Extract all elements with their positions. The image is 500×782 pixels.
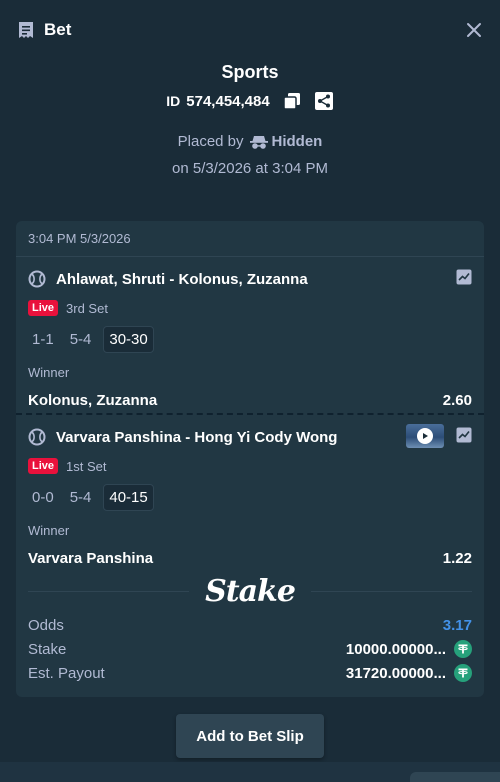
selection-odds: 2.60 [442, 392, 472, 409]
tennis-ball-icon [28, 428, 46, 446]
live-status: Live 3rd Set [28, 297, 472, 319]
bet-id-label: ID [166, 93, 181, 109]
footer-tab [410, 772, 500, 782]
close-icon[interactable] [464, 20, 484, 40]
copy-button[interactable] [282, 91, 302, 111]
set-score: 1-1 [32, 330, 54, 348]
score-row: 0-0 5-4 40-15 [28, 477, 472, 517]
bet-leg: Ahlawat, Shruti - Kolonus, Zuzanna Live … [16, 257, 484, 415]
game-score: 5-4 [69, 330, 92, 348]
live-badge: Live [28, 458, 59, 474]
bet-card: 3:04 PM 5/3/2026 Ahlawat, Shruti - Kolon… [16, 221, 484, 697]
play-icon [417, 428, 433, 444]
bet-leg: Varvara Panshina - Hong Yi Cody Wong Liv… [16, 415, 484, 567]
bettor: Hidden [249, 133, 323, 150]
stake-logo: Stake [205, 573, 296, 609]
bet-totals: Odds 3.17 Stake 10000.00000... Est. Payo… [28, 613, 472, 685]
pick-row: Varvara Panshina 1.22 [28, 550, 472, 567]
payout-row: Est. Payout 31720.00000... [28, 661, 472, 685]
selection-name: Kolonus, Zuzanna [28, 392, 158, 409]
score-row: 1-1 5-4 30-30 [28, 319, 472, 359]
odds-row: Odds 3.17 [28, 613, 472, 637]
tennis-ball-icon [28, 270, 46, 288]
divider-line [28, 590, 190, 592]
footer-strip [0, 762, 500, 782]
match-name[interactable]: Varvara Panshina - Hong Yi Cody Wong [56, 429, 337, 446]
point-score: 40-15 [103, 483, 154, 511]
live-badge: Live [28, 300, 59, 316]
total-odds-label: Odds [28, 616, 64, 634]
live-stream-thumbnail[interactable] [406, 424, 444, 448]
pick-row: Kolonus, Zuzanna 2.60 [28, 392, 472, 409]
stake-row: Stake 10000.00000... [28, 637, 472, 661]
share-button[interactable] [314, 91, 334, 111]
placed-by-label: Placed by [177, 133, 244, 150]
modal-header: Bet [0, 0, 500, 60]
stats-icon[interactable] [456, 269, 472, 285]
bet-timestamp: 3:04 PM 5/3/2026 [16, 221, 484, 257]
market-name: Winner [28, 365, 70, 380]
selection-name: Varvara Panshina [28, 550, 154, 567]
match-row: Ahlawat, Shruti - Kolonus, Zuzanna [28, 257, 472, 297]
bet-summary: Sports ID 574,454,484 Placed by Hidden o… [0, 62, 500, 177]
set-label: 1st Set [66, 458, 107, 474]
brand-divider: Stake [28, 573, 472, 609]
share-icon [314, 92, 333, 110]
selection-odds: 1.22 [442, 550, 472, 567]
market-name: Winner [28, 523, 70, 538]
divider-line [310, 590, 472, 592]
bet-id-row: ID 574,454,484 [0, 91, 500, 111]
payout-label: Est. Payout [28, 664, 105, 682]
add-to-bet-slip-button[interactable]: Add to Bet Slip [176, 714, 324, 758]
tether-icon [454, 640, 472, 658]
set-label: 3rd Set [66, 300, 108, 316]
point-score: 30-30 [103, 325, 154, 353]
bet-slip-icon [19, 22, 33, 38]
stake-amount: 10000.00000... [346, 640, 472, 658]
payout-amount: 31720.00000... [346, 664, 472, 682]
live-status: Live 1st Set [28, 455, 472, 477]
match-name[interactable]: Ahlawat, Shruti - Kolonus, Zuzanna [56, 271, 308, 288]
payout-value: 31720.00000... [345, 664, 446, 682]
bet-category: Sports [221, 62, 279, 82]
copy-icon [282, 93, 300, 110]
modal-title: Bet [44, 20, 72, 39]
incognito-icon [249, 135, 268, 149]
total-odds-value: 3.17 [442, 616, 472, 634]
tether-icon [454, 664, 472, 682]
game-score: 5-4 [69, 488, 92, 506]
stats-icon[interactable] [456, 427, 472, 443]
bettor-name: Hidden [271, 133, 323, 150]
stake-label: Stake [28, 640, 67, 658]
bet-id-value: 574,454,484 [186, 92, 270, 110]
placed-date: on 5/3/2026 at 3:04 PM [172, 160, 328, 177]
set-score: 0-0 [32, 488, 54, 506]
bet-modal: Bet Sports ID 574,454,484 Placed by Hidd… [0, 0, 500, 782]
placed-by-row: Placed by Hidden [0, 133, 500, 150]
stake-value: 10000.00000... [345, 640, 446, 658]
